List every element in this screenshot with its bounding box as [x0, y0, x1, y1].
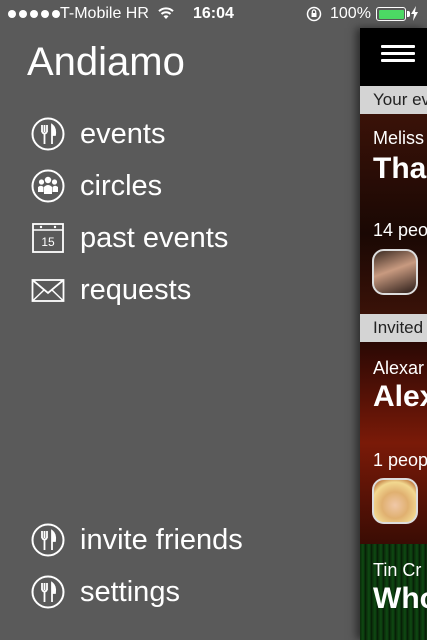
event-owner: Alexar	[373, 358, 425, 378]
menu-item-label: requests	[80, 273, 192, 306]
section-header-invited: Invited	[360, 314, 427, 342]
event-title: Who	[373, 582, 427, 615]
event-people-count: 1 peop	[373, 450, 427, 470]
menu-item-settings[interactable]: settings	[30, 572, 180, 612]
event-title: Tha	[373, 152, 427, 185]
hamburger-menu-icon[interactable]	[381, 45, 415, 63]
orientation-lock-icon	[306, 6, 322, 22]
signal-strength-icon	[8, 10, 60, 18]
status-bar: T-Mobile HR 16:04 100%	[0, 0, 427, 28]
nav-bar	[360, 28, 427, 86]
event-people-count: 14 peo	[373, 220, 427, 240]
clock: 16:04	[193, 5, 234, 22]
main-content-panel[interactable]: Your ev Meliss Tha 14 peo Invited Alexar…	[360, 28, 427, 640]
menu-item-label: past events	[80, 221, 229, 254]
event-card[interactable]: Meliss Tha 14 peo	[360, 114, 427, 314]
fork-knife-icon	[30, 116, 66, 152]
event-title: Alex	[373, 380, 427, 413]
envelope-icon	[30, 272, 66, 308]
menu-item-events[interactable]: events	[30, 114, 165, 154]
fork-knife-icon	[30, 522, 66, 558]
fork-knife-icon	[30, 574, 66, 610]
menu-item-label: circles	[80, 169, 163, 202]
battery-percent: 100%	[330, 5, 371, 22]
menu-item-past-events[interactable]: 15 past events	[30, 218, 228, 258]
menu-item-invite-friends[interactable]: invite friends	[30, 520, 243, 560]
section-header-your-events: Your ev	[360, 86, 427, 114]
calendar-icon: 15	[30, 220, 66, 256]
app-title: Andiamo	[27, 40, 185, 84]
people-icon	[30, 168, 66, 204]
battery-icon	[376, 7, 410, 21]
menu-item-label: invite friends	[80, 523, 243, 556]
menu-item-label: events	[80, 117, 166, 150]
event-owner: Tin Cr	[373, 560, 422, 580]
menu-item-label: settings	[80, 575, 180, 608]
event-card[interactable]: Tin Cr Who	[360, 544, 427, 640]
menu-item-requests[interactable]: requests	[30, 270, 191, 310]
avatar[interactable]	[372, 478, 418, 524]
wifi-icon	[158, 7, 174, 19]
menu-item-circles[interactable]: circles	[30, 166, 162, 206]
charging-icon	[411, 6, 418, 21]
calendar-day-text: 15	[41, 235, 55, 249]
event-owner: Meliss	[373, 128, 425, 148]
carrier-label: T-Mobile HR	[60, 5, 149, 22]
avatar[interactable]	[372, 249, 418, 295]
event-card[interactable]: Alexar Alex 1 peop	[360, 342, 427, 544]
